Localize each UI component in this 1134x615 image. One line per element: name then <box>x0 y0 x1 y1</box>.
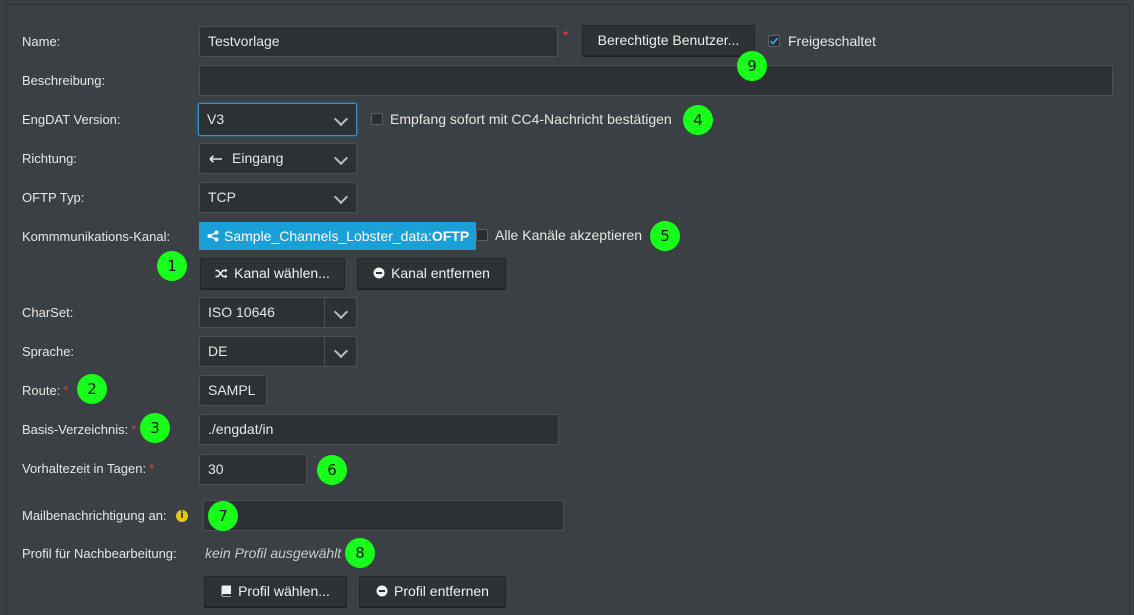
accept-all-channels-checkbox[interactable] <box>476 229 488 241</box>
annotation-marker-9: 9 <box>737 51 767 81</box>
channel-label: Kommmunikations-Kanal: <box>22 229 171 244</box>
cc4-confirm-checkbox[interactable] <box>371 113 383 125</box>
base-dir-input[interactable]: ./engdat/in <box>199 414 559 445</box>
authorized-users-button[interactable]: Berechtigte Benutzer... <box>582 25 755 56</box>
remove-profile-button[interactable]: Profil entfernen <box>359 576 506 607</box>
arrow-left-icon <box>209 155 222 163</box>
engdat-version-label: EngDAT Version: <box>22 112 121 127</box>
share-icon <box>207 230 219 242</box>
chevron-down-icon <box>333 111 349 127</box>
shuffle-icon <box>215 268 228 279</box>
direction-value: Eingang <box>232 150 284 166</box>
route-label: Route: * <box>22 383 69 398</box>
remove-profile-label: Profil entfernen <box>394 583 489 599</box>
language-value: DE <box>208 343 228 359</box>
select-divider <box>324 337 325 366</box>
route-input[interactable]: SAMPL <box>199 375 267 406</box>
annotation-marker-3: 3 <box>140 413 170 443</box>
annotation-marker-5: 5 <box>650 221 680 251</box>
minus-circle-icon <box>373 267 385 279</box>
choose-profile-label: Profil wählen... <box>238 583 330 599</box>
name-label: Name: <box>22 34 61 49</box>
profile-label: Profil für Nachbearbeitung: <box>22 546 177 561</box>
description-input[interactable] <box>199 65 1113 96</box>
annotation-marker-2: 2 <box>77 374 107 404</box>
channel-name: Sample_Channels_Lobster_data <box>224 228 428 244</box>
chevron-down-icon <box>333 189 349 205</box>
base-dir-label: Basis-Verzeichnis: * <box>22 422 137 437</box>
oftp-type-value: TCP <box>208 189 236 205</box>
direction-select[interactable]: Eingang <box>199 143 357 174</box>
chevron-down-icon <box>333 343 349 359</box>
enabled-label: Freigeschaltet <box>788 33 876 49</box>
enabled-checkbox[interactable] <box>768 35 780 47</box>
engdat-version-select[interactable]: V3 <box>198 103 357 136</box>
accept-all-channels-label: Alle Kanäle akzeptieren <box>495 227 643 243</box>
oftp-type-label: OFTP Typ: <box>22 190 85 205</box>
description-label: Beschreibung: <box>22 73 106 88</box>
annotation-marker-8: 8 <box>345 538 375 568</box>
select-divider <box>324 298 325 327</box>
chevron-down-icon <box>333 304 349 320</box>
direction-label: Richtung: <box>22 151 77 166</box>
channel-badge[interactable]: Sample_Channels_Lobster_data:OFTP <box>199 222 477 250</box>
name-input[interactable]: Testvorlage <box>199 26 558 57</box>
retention-label: Vorhaltezeit in Tagen: * <box>22 461 155 476</box>
retention-input[interactable]: 30 <box>199 454 307 485</box>
book-icon <box>221 585 232 598</box>
charset-label: CharSet: <box>22 305 74 320</box>
engdat-version-value: V3 <box>207 111 225 127</box>
channel-type: OFTP <box>431 228 470 244</box>
mail-label: Mailbenachrichtigung an: <box>22 508 167 523</box>
chevron-down-icon <box>333 150 349 166</box>
annotation-marker-1: 1 <box>157 251 187 281</box>
charset-value: ISO 10646 <box>208 304 275 320</box>
language-select[interactable]: DE <box>199 336 357 367</box>
remove-channel-button[interactable]: Kanal entfernen <box>357 258 506 289</box>
choose-profile-button[interactable]: Profil wählen... <box>204 576 347 607</box>
charset-select[interactable]: ISO 10646 <box>199 297 357 328</box>
cc4-confirm-label: Empfang sofort mit CC4-Nachricht bestäti… <box>390 111 672 127</box>
annotation-marker-6: 6 <box>317 455 347 485</box>
minus-circle-icon <box>376 585 388 597</box>
check-icon <box>769 37 779 45</box>
profile-value: kein Profil ausgewählt <box>205 545 342 561</box>
mail-input[interactable] <box>203 500 564 531</box>
annotation-marker-7: 7 <box>208 501 238 531</box>
info-icon[interactable]: i <box>176 510 188 522</box>
choose-channel-button[interactable]: Kanal wählen... <box>200 258 345 289</box>
annotation-marker-4: 4 <box>683 105 713 135</box>
language-label: Sprache: <box>22 344 75 359</box>
choose-channel-label: Kanal wählen... <box>234 265 330 281</box>
oftp-type-select[interactable]: TCP <box>199 182 357 213</box>
remove-channel-label: Kanal entfernen <box>391 265 490 281</box>
required-mark: * <box>563 27 569 43</box>
